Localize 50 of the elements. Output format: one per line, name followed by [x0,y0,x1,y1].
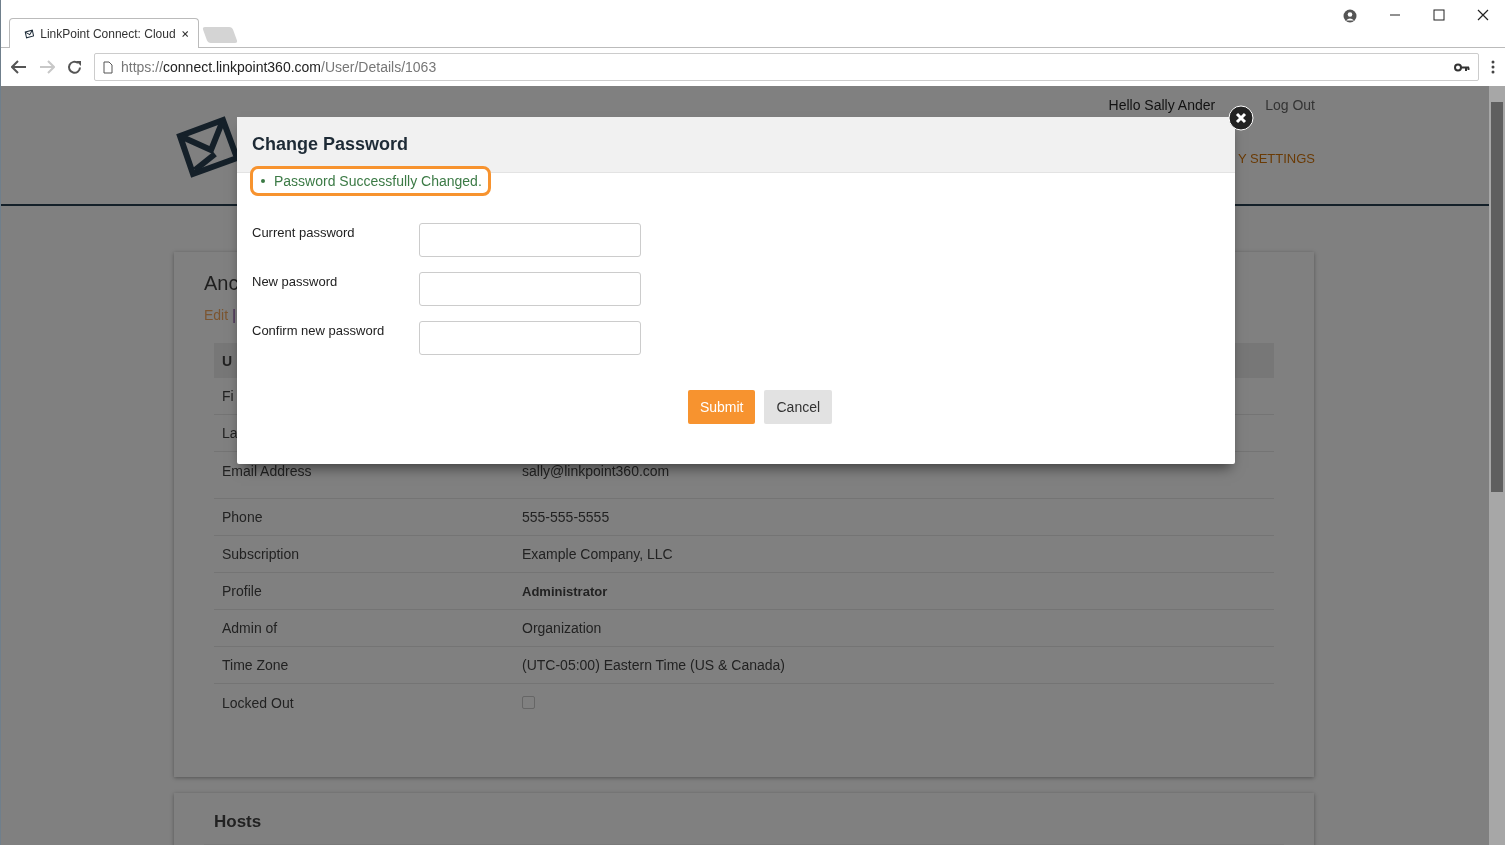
field-label: New password [252,273,339,289]
table-cell: sally@linkpoint360.com [522,463,670,479]
dialog-title: Change Password [252,134,409,155]
table-cell: Example Company, LLC [522,546,673,562]
envelope-icon [24,26,35,41]
table-cell-text: Subscription [222,546,301,562]
submit-button[interactable]: Submit [687,390,756,424]
card-title: Anc [204,272,239,295]
table-cell-text: La [222,425,239,441]
page-icon [103,60,113,74]
card-title: Hosts [214,812,262,832]
bullet-icon [261,179,265,183]
field-label: Current password [252,224,356,240]
url-text: https://connect.linkpoint360.com/User/Details/1063 [121,59,437,75]
logout-link[interactable]: Log Out [1265,97,1315,113]
nav-link[interactable]: Y SETTINGS [1237,151,1315,166]
table-cell: (UTC-05:00) Eastern Time (US & Canada) [522,657,785,673]
greeting-text: Hello Sally Ander [1108,97,1216,113]
reload-icon[interactable] [67,59,82,75]
browser-tab[interactable]: LinkPoint Connect: Cloud [9,18,199,48]
table-cell-text: Admin of [222,620,279,636]
menu-icon[interactable] [1491,60,1495,74]
maximize-icon[interactable] [1433,9,1445,21]
close-icon[interactable] [1477,9,1489,21]
account-icon[interactable] [1343,9,1357,23]
close-icon[interactable] [181,28,188,39]
table-cell: Administrator [522,583,608,599]
table-cell-text: Profile [222,583,263,599]
table-cell: Organization [522,620,602,636]
scrollbar[interactable] [1489,86,1505,845]
cancel-button[interactable]: Cancel [764,390,833,424]
header-cell: U [222,352,233,369]
table-cell-text: Phone [222,509,264,525]
field-label: Confirm new password [252,322,386,338]
table-cell: 555-555-5555 [522,509,610,525]
key-icon[interactable] [1454,62,1470,72]
table-cell-text: Time Zone [222,657,290,673]
success-message: Password Successfully Changed. [274,173,482,189]
back-icon[interactable] [11,60,27,74]
checkbox[interactable] [522,696,535,709]
link-separator: | [232,307,236,323]
tab-title: LinkPoint Connect: Cloud [40,26,176,41]
password-field[interactable] [419,223,641,257]
table-cell-text: Locked Out [222,694,295,711]
edit-link[interactable]: Edit [204,307,229,323]
password-field[interactable] [419,321,641,355]
table-cell-text: Email Address [222,463,313,479]
password-field[interactable] [419,272,641,306]
address-bar[interactable]: https://connect.linkpoint360.com/User/Details/1063 [94,53,1479,81]
table-cell-text: Fi [222,388,235,404]
